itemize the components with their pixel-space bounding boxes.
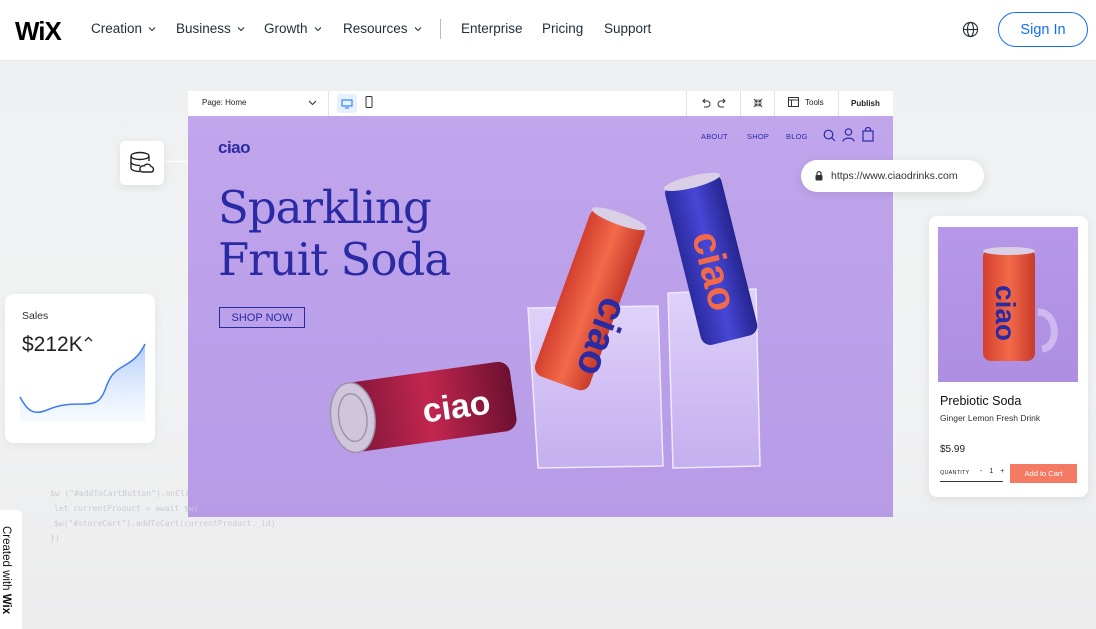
chevron-down-icon [314,26,321,31]
code-line: $w ("#addToCartButton").onCli [50,489,190,498]
nav-resources-label: Resources [343,21,408,36]
tools-label: Tools [805,97,824,107]
nav-growth-label: Growth [264,21,308,36]
sales-label: Sales [22,310,49,322]
nav-resources[interactable]: Resources [343,21,422,36]
chevron-down-icon [148,26,156,31]
sales-widget: Sales $212K [5,294,155,443]
product-subtitle: Ginger Lemon Fresh Drink [940,413,1041,423]
url-bar[interactable]: https://www.ciaodrinks.com [801,160,984,192]
nav-divider [440,19,441,39]
shop-now-button[interactable]: SHOP NOW [219,307,305,328]
chevron-down-icon[interactable] [308,99,317,107]
nav-business[interactable]: Business [176,21,245,36]
shopping-bag-icon[interactable] [862,127,874,142]
code-line: let currentProduct = await $w( [54,504,199,513]
product-image[interactable]: ciao [938,227,1078,382]
add-to-cart-button[interactable]: Add to Cart [1010,464,1077,483]
editor-toolbar: Page: Home Tools Publish [188,91,893,116]
tools-button[interactable]: Tools [788,97,824,107]
nav-enterprise[interactable]: Enterprise [461,21,523,36]
toolbar-divider [740,91,741,116]
desktop-view-button[interactable] [337,94,357,113]
quantity-label: QUANTITY [940,470,970,476]
toolbar-divider [774,91,775,116]
account-icon[interactable] [842,128,855,142]
chevron-down-icon [237,26,245,31]
product-name: Prebiotic Soda [940,394,1022,408]
publish-button[interactable]: Publish [851,99,880,108]
toolbar-divider [328,91,329,116]
globe-icon[interactable] [962,21,979,38]
url-text: https://www.ciaodrinks.com [831,170,958,182]
nav-pricing[interactable]: Pricing [542,21,583,36]
product-price: $5.99 [940,444,966,455]
can-brand-text: ciao [990,285,1021,341]
site-nav-about[interactable]: ABOUT [701,132,728,141]
database-card[interactable] [120,141,164,185]
code-line: $w("#storeCart").addToCart(currentProduc… [54,519,276,528]
quantity-decrement-button[interactable]: - [980,468,982,475]
nav-support[interactable]: Support [604,21,651,36]
top-navigation: WiX Creation Business Growth Resources E… [0,0,1096,60]
page-selector-label: Page: Home [202,98,247,107]
desktop-icon [341,99,353,108]
toolbar-divider [686,91,687,116]
product-card[interactable]: ciao Prebiotic Soda Ginger Lemon Fresh D… [929,216,1088,497]
mobile-icon[interactable] [365,96,373,108]
code-snippet: $w ("#addToCartButton").onCli let curren… [50,486,276,546]
tools-icon [788,97,799,107]
site-nav-blog[interactable]: BLOG [786,132,808,141]
chevron-down-icon [414,26,421,31]
sign-in-button[interactable]: Sign In [998,12,1088,47]
connector-line [164,161,188,162]
site-brand-logo[interactable]: ciao [218,138,251,158]
quantity-stepper[interactable]: - 1 + [980,468,1004,475]
quantity-underline [940,481,1003,482]
sales-sparkline [19,343,146,422]
quantity-increment-button[interactable]: + [1000,468,1004,475]
created-with-prefix: Created with [0,526,12,594]
search-icon[interactable] [823,129,836,142]
zoom-fit-icon[interactable] [753,98,763,108]
undo-icon[interactable] [700,98,711,108]
nav-growth[interactable]: Growth [264,21,322,36]
product-can-image: ciao [983,247,1058,361]
code-line: }) [50,534,60,543]
created-with-wix-badge[interactable]: Created with Wix [0,526,12,614]
quantity-value: 1 [989,468,994,475]
wix-logo[interactable]: WiX [15,16,62,47]
nav-creation[interactable]: Creation [91,21,156,36]
toolbar-divider [838,91,839,116]
page-selector[interactable]: Page: Home [202,98,246,107]
redo-icon[interactable] [717,98,728,108]
created-with-brand: Wix [0,593,12,615]
lock-icon [815,171,823,181]
site-nav-shop[interactable]: SHOP [747,132,769,141]
hero-product-image: ciao ciao ciao [329,172,761,469]
nav-business-label: Business [176,21,231,36]
site-canvas[interactable]: ciao ABOUT SHOP BLOG Sparkling Fruit Sod… [188,116,893,517]
nav-creation-label: Creation [91,21,143,36]
database-icon [130,151,155,173]
